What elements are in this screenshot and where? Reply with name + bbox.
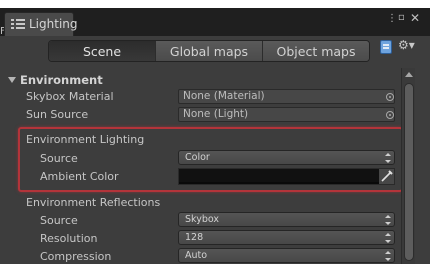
scroll-up-icon[interactable]	[405, 72, 413, 77]
resolution-label: Resolution	[40, 232, 98, 245]
environment-reflections-header: Environment Reflections	[26, 196, 161, 209]
skybox-material-field[interactable]: None (Material)	[178, 89, 395, 104]
maximize-icon[interactable]: ▫	[398, 13, 405, 23]
tab-label: Lighting	[29, 17, 78, 31]
dropdown-arrows-icon	[385, 215, 391, 225]
tab-scene[interactable]: Scene	[49, 41, 156, 61]
compression-dropdown[interactable]: Auto	[178, 248, 395, 263]
dropdown-arrows-icon	[385, 233, 391, 243]
skybox-material-label: Skybox Material	[26, 90, 114, 103]
dropdown-arrows-icon	[385, 251, 391, 261]
settings-gear-icon[interactable]: ⚙▾	[398, 38, 418, 54]
sun-source-field[interactable]: None (Light)	[178, 107, 395, 122]
mode-segmented-control: Scene Global maps Object maps	[48, 40, 370, 62]
object-picker-icon[interactable]	[386, 111, 394, 119]
vertical-scrollbar[interactable]	[401, 68, 415, 264]
top-strip	[0, 0, 430, 8]
sun-source-label: Sun Source	[26, 108, 89, 121]
close-icon[interactable]: ✕	[410, 12, 420, 24]
reflection-source-value: Skybox	[185, 214, 219, 225]
scroll-thumb[interactable]	[404, 83, 414, 261]
compression-label: Compression	[40, 250, 112, 263]
help-book-icon[interactable]	[380, 40, 392, 54]
tab-object-maps[interactable]: Object maps	[263, 41, 369, 61]
list-menu-icon	[11, 19, 25, 29]
environment-header[interactable]: Environment	[8, 72, 103, 88]
foldout-arrow-icon[interactable]	[8, 77, 16, 83]
object-picker-icon[interactable]	[386, 93, 394, 101]
environment-header-label: Environment	[20, 73, 103, 87]
tab-lighting[interactable]: Lighting	[4, 12, 78, 36]
resolution-value: 128	[185, 232, 204, 243]
resolution-dropdown[interactable]: 128	[178, 230, 395, 245]
tab-global-maps[interactable]: Global maps	[156, 41, 263, 61]
reflection-source-dropdown[interactable]: Skybox	[178, 212, 395, 227]
options-icon[interactable]: ⋮	[387, 14, 397, 24]
reflection-source-label: Source	[40, 214, 78, 227]
compression-value: Auto	[185, 250, 208, 261]
highlight-box	[18, 127, 403, 192]
